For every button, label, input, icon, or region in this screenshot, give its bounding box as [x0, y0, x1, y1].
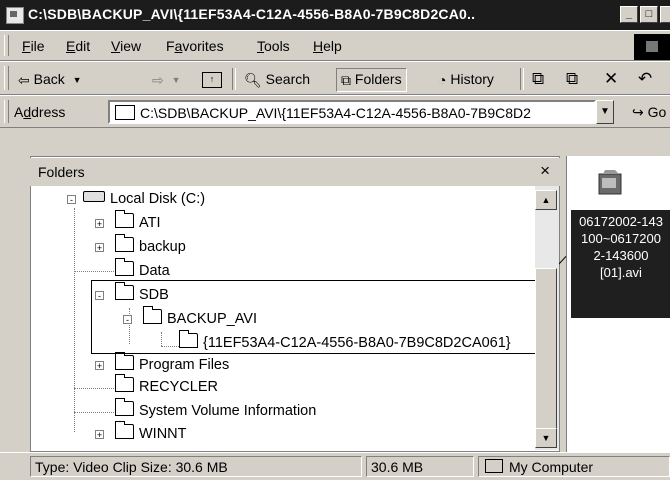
- video-clip-icon: [598, 170, 622, 195]
- chevron-down-icon[interactable]: ▼: [73, 70, 82, 90]
- folder-icon: [115, 398, 134, 416]
- history-button[interactable]: ◔ History: [438, 69, 494, 89]
- address-value: C:\SDB\BACKUP_AVI\{11EF53A4-C12A-4556-B8…: [140, 105, 531, 121]
- forward-arrow-icon: ⇨: [152, 72, 164, 89]
- move-to-button[interactable]: ⧉: [532, 69, 544, 89]
- tree-item-data[interactable]: Data: [115, 258, 170, 282]
- minimize-button[interactable]: _: [620, 6, 638, 23]
- tree-item-local-disk[interactable]: - Local Disk (C:): [67, 188, 205, 210]
- menu-bar-grip[interactable]: [4, 35, 9, 56]
- title-bar[interactable]: C:\SDB\BACKUP_AVI\{11EF53A4-C12A-4556-B8…: [0, 0, 670, 30]
- close-pane-button[interactable]: ×: [540, 161, 550, 181]
- maximize-button[interactable]: □: [640, 6, 658, 23]
- toolbar-separator: [520, 68, 524, 90]
- tree-item-system-volume-information[interactable]: System Volume Information: [115, 398, 316, 422]
- back-button[interactable]: ⇦ Back ▼: [18, 69, 82, 89]
- address-bar-grip[interactable]: [4, 100, 9, 123]
- menu-favorites[interactable]: Favorites: [166, 38, 224, 54]
- menu-tools[interactable]: Tools: [257, 38, 290, 54]
- search-button[interactable]: 🔍︎ Search: [244, 69, 310, 89]
- up-folder-button[interactable]: ↑: [202, 69, 222, 89]
- copy-to-button[interactable]: ⧉: [566, 69, 578, 89]
- standard-toolbar: ⇦ Back ▼ ⇨ ▼ ↑ 🔍︎ Search ⧉ Folders ◔ His…: [0, 61, 670, 95]
- folder-icon: [115, 421, 134, 439]
- file-list-pane: 06172002-143 100~0617200 2-143600 [01].a…: [566, 156, 670, 452]
- status-info: Type: Video Clip Size: 30.6 MB: [30, 456, 362, 477]
- address-label: Address: [14, 104, 66, 120]
- copy-to-icon: ⧉: [566, 69, 579, 88]
- tree-item-program-files[interactable]: + Program Files: [95, 352, 229, 376]
- up-folder-icon: ↑: [202, 72, 222, 89]
- folder-icon: [115, 105, 135, 120]
- menu-edit[interactable]: Edit: [66, 38, 90, 54]
- go-button[interactable]: ↪ Go: [632, 104, 666, 121]
- chevron-down-icon[interactable]: ▼: [172, 70, 181, 90]
- tree-connector: [74, 412, 114, 413]
- history-icon: ◔: [438, 72, 447, 89]
- folders-pane-header: Folders ×: [30, 158, 560, 186]
- toolbar-grip[interactable]: [4, 66, 9, 90]
- toolbar-separator: [232, 68, 236, 90]
- folders-button[interactable]: ⧉ Folders: [336, 68, 407, 92]
- window-icon[interactable]: [6, 7, 24, 24]
- status-bar: Type: Video Clip Size: 30.6 MB 30.6 MB M…: [0, 452, 670, 480]
- menu-file[interactable]: File: [22, 38, 45, 54]
- search-icon: 🔍︎: [244, 72, 262, 89]
- highlight-box: [91, 280, 545, 354]
- scroll-up-button[interactable]: ▲: [535, 190, 557, 210]
- expand-toggle[interactable]: +: [95, 430, 104, 440]
- window-title: C:\SDB\BACKUP_AVI\{11EF53A4-C12A-4556-B8…: [28, 6, 476, 22]
- go-arrow-icon: ↪: [632, 104, 644, 120]
- tree-scrollbar[interactable]: ▲ ▼: [535, 186, 559, 450]
- address-dropdown-button[interactable]: ▼: [596, 100, 614, 124]
- folders-icon: ⧉: [341, 72, 351, 89]
- folders-pane-title: Folders: [38, 164, 85, 180]
- status-size: 30.6 MB: [366, 456, 474, 477]
- my-computer-icon: [485, 459, 503, 473]
- delete-button[interactable]: ✕: [604, 69, 618, 89]
- scroll-down-button[interactable]: ▼: [535, 428, 557, 448]
- chevron-down-icon: ▼: [600, 106, 610, 117]
- forward-button[interactable]: ⇨ ▼: [152, 69, 181, 89]
- undo-button[interactable]: ↶: [638, 69, 652, 89]
- folder-icon: [115, 234, 134, 252]
- menu-help[interactable]: Help: [313, 38, 342, 54]
- tree-item-recycler[interactable]: RECYCLER: [115, 374, 218, 398]
- selected-file-item[interactable]: 06172002-143 100~0617200 2-143600 [01].a…: [571, 210, 670, 318]
- collapse-toggle[interactable]: -: [67, 195, 76, 205]
- scroll-thumb[interactable]: [535, 268, 557, 440]
- delete-x-icon: ✕: [604, 69, 619, 88]
- close-window-button[interactable]: [660, 6, 670, 23]
- address-bar: Address C:\SDB\BACKUP_AVI\{11EF53A4-C12A…: [0, 95, 670, 128]
- menu-bar: File Edit View Favorites Tools Help: [0, 30, 670, 61]
- arrow-down-icon: ▼: [541, 433, 551, 443]
- folder-icon: [115, 352, 134, 370]
- folder-icon: [115, 258, 134, 276]
- folder-icon: [115, 374, 134, 392]
- drive-icon: [83, 191, 105, 202]
- move-to-icon: ⧉: [532, 69, 545, 88]
- expand-toggle[interactable]: +: [95, 243, 104, 253]
- folder-icon: [115, 210, 134, 228]
- tree-connector: [74, 388, 114, 389]
- status-zone: My Computer: [478, 456, 670, 477]
- tree-item-backup[interactable]: + backup: [95, 234, 186, 258]
- windows-logo-icon: [634, 34, 670, 60]
- menu-view[interactable]: View: [111, 38, 141, 54]
- expand-toggle[interactable]: +: [95, 219, 104, 229]
- undo-icon: ↶: [638, 69, 653, 88]
- tree-connector: [74, 271, 114, 272]
- arrow-up-icon: ▲: [541, 195, 551, 205]
- tree-connector: [74, 208, 75, 432]
- expand-toggle[interactable]: +: [95, 361, 104, 371]
- tree-item-ati[interactable]: + ATI: [95, 210, 160, 234]
- tree-item-winnt[interactable]: + WINNT: [95, 421, 187, 445]
- back-arrow-icon: ⇦: [18, 72, 30, 89]
- address-input[interactable]: C:\SDB\BACKUP_AVI\{11EF53A4-C12A-4556-B8…: [108, 100, 596, 124]
